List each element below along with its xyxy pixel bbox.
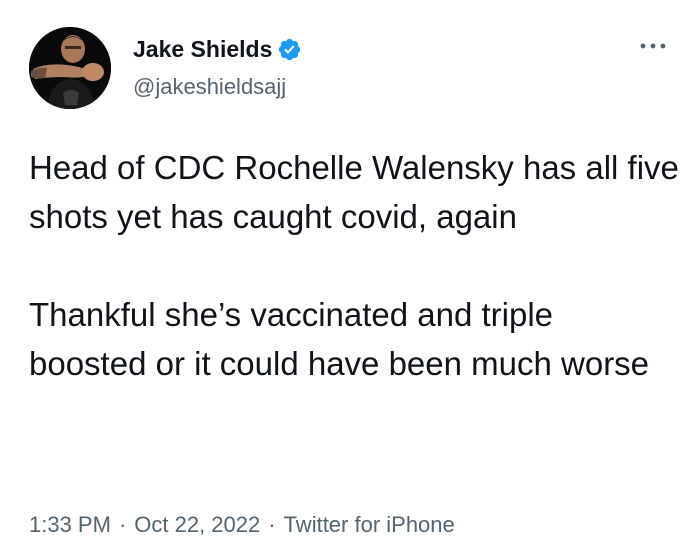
tweet-card: Jake Shields @jakeshieldsajj Head of CDC… <box>0 0 700 554</box>
meta-separator: · <box>118 512 127 537</box>
author-handle[interactable]: @jakeshieldsajj <box>133 73 286 101</box>
tweet-paragraph: Head of CDC Rochelle Walensky has all fi… <box>29 149 679 235</box>
tweet-text: Head of CDC Rochelle Walensky has all fi… <box>29 143 679 388</box>
verified-badge-icon <box>279 38 301 60</box>
tweet-date[interactable]: Oct 22, 2022 <box>134 512 260 537</box>
tweet-time[interactable]: 1:33 PM <box>29 512 111 537</box>
tweet-metadata: 1:33 PM · Oct 22, 2022 · Twitter for iPhone <box>29 510 455 540</box>
meta-separator: · <box>268 512 276 537</box>
avatar-image <box>29 27 111 109</box>
tweet-paragraph: Thankful she’s vaccinated and triple boo… <box>29 296 650 382</box>
avatar[interactable] <box>29 27 111 109</box>
author-name-row: Jake Shields <box>133 34 302 64</box>
more-options-icon[interactable] <box>638 36 668 56</box>
tweet-source[interactable]: Twitter for iPhone <box>284 512 455 537</box>
display-name[interactable]: Jake Shields <box>133 34 272 64</box>
